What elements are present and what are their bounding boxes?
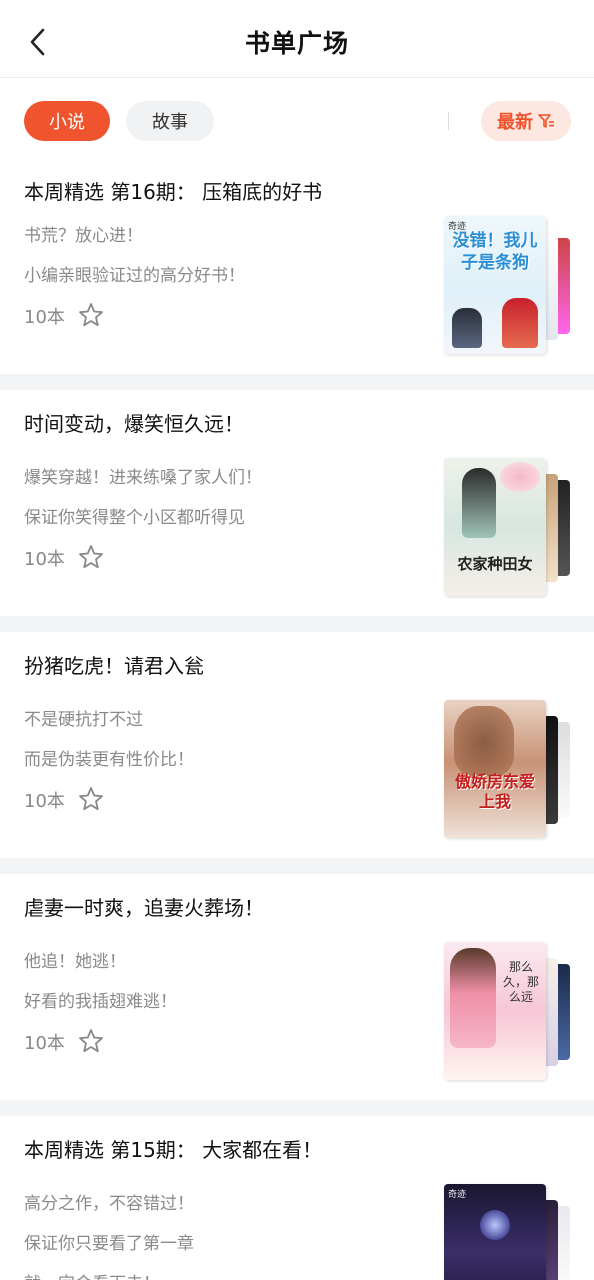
- book-count: 10本: [24, 549, 65, 570]
- book-covers: 奇迹 没错！我儿子是条狗: [444, 216, 574, 354]
- booklist-desc-line: 就一定会看下去！: [24, 1269, 160, 1280]
- book-cover: 那么久，那么远: [444, 942, 546, 1080]
- cover-character: [452, 308, 482, 348]
- cover-glow: [480, 1210, 510, 1240]
- booklist-card[interactable]: 时间变动，爆笑恒久远！ 爆笑穿越！进来练嗓了家人们！ 保证你笑得整个小区都听得见…: [0, 390, 594, 616]
- booklist-desc-line: 书荒？放心进！: [24, 226, 143, 246]
- cover-title: 那么久，那么远: [502, 960, 539, 1004]
- booklist-desc-line: 保证你只要看了第一章: [24, 1234, 194, 1254]
- cover-character: [450, 948, 496, 1048]
- cover-character: [454, 706, 514, 776]
- book-cover: 奇迹 没错！我儿子是条狗: [444, 216, 546, 354]
- booklist-desc-line: 高分之作，不容错过！: [24, 1194, 194, 1214]
- book-covers: 农家种田女: [444, 458, 574, 596]
- booklist-title: 本周精选 第15期： 大家都在看！: [24, 1138, 323, 1162]
- cover-title: 没错！我儿子是条狗: [452, 231, 538, 273]
- favorite-star-icon[interactable]: [78, 1028, 104, 1054]
- section-separator: [0, 858, 594, 874]
- booklist-title: 扮猪吃虎！请君入瓮: [24, 654, 204, 678]
- cover-title: 农家种田女: [457, 555, 533, 573]
- section-separator: [0, 374, 594, 390]
- book-covers: 那么久，那么远: [444, 942, 574, 1080]
- book-cover: 奇迹: [444, 1184, 546, 1280]
- booklist-title: 虐妻一时爽，追妻火葬场！: [24, 896, 264, 920]
- booklist-card[interactable]: 虐妻一时爽，追妻火葬场！ 他追！她逃！ 好看的我插翅难逃！ 10本 那么久，那么…: [0, 874, 594, 1100]
- cover-title: 傲娇房东爱上我: [454, 772, 535, 811]
- divider: [448, 112, 449, 130]
- booklist-desc-line: 好看的我插翅难逃！: [24, 992, 177, 1012]
- booklist-card[interactable]: 本周精选 第16期： 压箱底的好书 书荒？放心进！ 小编亲眼验证过的高分好书！ …: [0, 158, 594, 374]
- book-count: 10本: [24, 791, 65, 812]
- booklist-desc-line: 而是伪装更有性价比！: [24, 750, 194, 770]
- booklist-desc-line: 小编亲眼验证过的高分好书！: [24, 266, 245, 286]
- filter-bar: 小说 故事 最新: [0, 78, 594, 158]
- book-count: 10本: [24, 307, 65, 328]
- cover-flowers: [500, 462, 540, 492]
- filter-icon: [538, 114, 554, 128]
- sort-latest-button[interactable]: 最新: [481, 101, 571, 141]
- section-separator: [0, 1100, 594, 1116]
- sort-latest-label: 最新: [497, 112, 533, 133]
- booklist-desc-line: 他追！她逃！: [24, 952, 126, 972]
- booklist-card[interactable]: 本周精选 第15期： 大家都在看！ 高分之作，不容错过！ 保证你只要看了第一章 …: [0, 1116, 594, 1280]
- book-count: 10本: [24, 1033, 65, 1054]
- tab-story[interactable]: 故事: [126, 101, 214, 141]
- booklist-title: 本周精选 第16期： 压箱底的好书: [24, 180, 323, 204]
- app-header: 书单广场: [0, 0, 594, 78]
- favorite-star-icon[interactable]: [78, 544, 104, 570]
- booklist-card[interactable]: 扮猪吃虎！请君入瓮 不是硬抗打不过 而是伪装更有性价比！ 10本 傲娇房东爱上我: [0, 632, 594, 858]
- book-covers: 傲娇房东爱上我: [444, 700, 574, 838]
- cover-character: [502, 298, 538, 348]
- booklist-title: 时间变动，爆笑恒久远！: [24, 412, 244, 436]
- cover-character: [462, 468, 496, 538]
- favorite-star-icon[interactable]: [78, 786, 104, 812]
- cover-publisher: 奇迹: [448, 1190, 467, 1200]
- booklist-desc-line: 不是硬抗打不过: [24, 710, 143, 730]
- book-covers: 奇迹: [444, 1184, 574, 1280]
- booklist-desc-line: 爆笑穿越！进来练嗓了家人们！: [24, 468, 262, 488]
- booklist-desc-line: 保证你笑得整个小区都听得见: [24, 508, 245, 528]
- book-cover: 农家种田女: [444, 458, 546, 596]
- book-cover: 傲娇房东爱上我: [444, 700, 546, 838]
- tab-novel[interactable]: 小说: [24, 101, 110, 141]
- favorite-star-icon[interactable]: [78, 302, 104, 328]
- section-separator: [0, 616, 594, 632]
- page-title: 书单广场: [244, 29, 349, 58]
